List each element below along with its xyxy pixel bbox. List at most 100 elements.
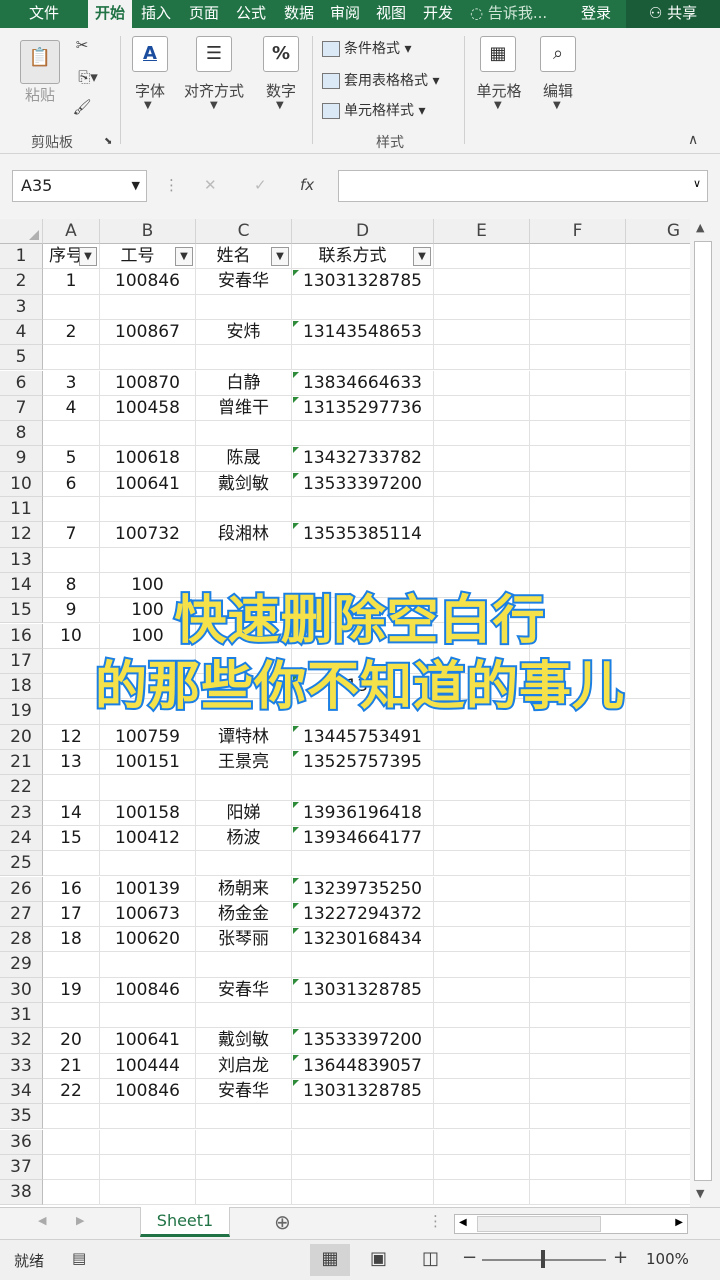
- table-cell[interactable]: [626, 522, 690, 548]
- table-cell[interactable]: 安炜: [196, 319, 292, 346]
- scroll-down-icon[interactable]: ▼: [696, 1187, 704, 1200]
- column-header-a[interactable]: A: [43, 219, 100, 244]
- table-cell[interactable]: 100412: [100, 825, 196, 852]
- macro-record-icon[interactable]: ▤: [72, 1249, 86, 1267]
- column-header-g[interactable]: G: [626, 219, 690, 244]
- row-header[interactable]: 10: [0, 471, 43, 497]
- table-cell[interactable]: 21: [43, 1053, 100, 1079]
- table-cell[interactable]: [292, 699, 434, 725]
- table-cell[interactable]: 100732: [100, 522, 196, 548]
- table-cell[interactable]: 12: [43, 724, 100, 750]
- table-cell[interactable]: [626, 649, 690, 675]
- table-cell[interactable]: [626, 877, 690, 902]
- row-header[interactable]: 6: [0, 370, 43, 396]
- row-header[interactable]: 37: [0, 1154, 43, 1181]
- table-cell[interactable]: 安春华: [196, 1078, 292, 1105]
- scroll-right-icon[interactable]: ▶: [675, 1217, 683, 1228]
- row-header[interactable]: 30: [0, 977, 43, 1003]
- table-cell[interactable]: [43, 345, 100, 371]
- table-cell[interactable]: [530, 547, 626, 573]
- table-cell[interactable]: [626, 472, 690, 497]
- table-cell[interactable]: 100151: [100, 750, 196, 776]
- table-cell[interactable]: [43, 674, 100, 700]
- table-cell[interactable]: [292, 775, 434, 801]
- chevron-down-icon[interactable]: ▼: [132, 171, 140, 201]
- table-cell[interactable]: [530, 294, 626, 320]
- header-cell[interactable]: 姓名 ▼: [196, 244, 292, 270]
- table-cell[interactable]: [434, 977, 530, 1003]
- copy-icon[interactable]: ⎘▾: [70, 68, 106, 86]
- table-cell[interactable]: [626, 801, 690, 826]
- font-button[interactable]: 字体: [128, 80, 172, 101]
- table-cell[interactable]: [626, 624, 690, 649]
- tab-formulas[interactable]: 公式: [230, 0, 272, 28]
- table-cell[interactable]: [43, 1129, 100, 1155]
- table-cell[interactable]: [434, 952, 530, 978]
- table-cell[interactable]: [434, 1129, 530, 1155]
- table-cell[interactable]: [196, 497, 292, 523]
- row-header[interactable]: 1: [0, 244, 43, 270]
- cells-button[interactable]: 单元格: [472, 80, 526, 101]
- table-cell[interactable]: [43, 294, 100, 320]
- row-header[interactable]: 21: [0, 750, 43, 776]
- format-painter-icon[interactable]: 🖌: [70, 98, 94, 116]
- table-cell[interactable]: [626, 927, 690, 953]
- table-cell[interactable]: [530, 1003, 626, 1029]
- vertical-scrollbar[interactable]: ▲ ▼: [690, 219, 720, 1207]
- filter-dropdown-icon[interactable]: ▼: [175, 247, 193, 266]
- table-cell[interactable]: 1: [43, 269, 100, 295]
- table-cell[interactable]: [196, 598, 292, 624]
- table-cell[interactable]: [434, 674, 530, 700]
- table-cell[interactable]: 22: [43, 1078, 100, 1105]
- table-cell[interactable]: [626, 1104, 690, 1130]
- table-cell[interactable]: [530, 598, 626, 624]
- table-cell[interactable]: [626, 320, 690, 346]
- row-header[interactable]: 38: [0, 1180, 43, 1206]
- filter-dropdown-icon[interactable]: ▼: [413, 247, 431, 266]
- row-header[interactable]: 16: [0, 623, 43, 649]
- table-cell[interactable]: 曾维干: [196, 395, 292, 422]
- table-cell[interactable]: [530, 952, 626, 978]
- table-cell[interactable]: [530, 674, 626, 700]
- table-cell[interactable]: [434, 1053, 530, 1079]
- table-cell[interactable]: 16: [43, 876, 100, 902]
- table-cell[interactable]: [434, 648, 530, 675]
- table-cell[interactable]: [626, 725, 690, 750]
- filter-dropdown-icon[interactable]: ▼: [271, 247, 289, 266]
- table-cell[interactable]: [100, 775, 196, 801]
- table-cell[interactable]: [530, 623, 626, 649]
- zoom-slider-thumb[interactable]: [541, 1250, 545, 1268]
- table-cell[interactable]: [100, 1104, 196, 1130]
- table-cell[interactable]: [626, 775, 690, 801]
- table-cell[interactable]: 15: [43, 825, 100, 852]
- table-cell[interactable]: [434, 395, 530, 422]
- column-header-f[interactable]: F: [530, 219, 626, 244]
- header-cell[interactable]: [434, 244, 530, 270]
- table-cell[interactable]: [626, 1003, 690, 1029]
- scroll-thumb[interactable]: [694, 241, 712, 1181]
- table-cell[interactable]: 13445753491: [292, 724, 434, 750]
- table-cell[interactable]: [100, 547, 196, 573]
- table-cell[interactable]: [43, 1154, 100, 1181]
- table-cell[interactable]: [530, 1180, 626, 1206]
- table-cell[interactable]: 13143548653: [292, 319, 434, 346]
- table-cell[interactable]: 13533397200: [292, 1028, 434, 1054]
- table-cell[interactable]: 133: [292, 674, 434, 700]
- row-header[interactable]: 4: [0, 319, 43, 346]
- table-cell[interactable]: [100, 952, 196, 978]
- row-header[interactable]: 5: [0, 345, 43, 371]
- table-cell[interactable]: 13533397200: [292, 471, 434, 497]
- table-cell[interactable]: [530, 1078, 626, 1105]
- table-cell[interactable]: 9: [43, 598, 100, 624]
- table-cell[interactable]: [292, 497, 434, 523]
- tell-me-box[interactable]: ◌ 告诉我...: [470, 0, 547, 28]
- cancel-icon[interactable]: ✕: [204, 176, 217, 194]
- page-layout-view-icon[interactable]: ▣: [370, 1248, 387, 1269]
- table-cell[interactable]: [530, 1154, 626, 1181]
- table-cell[interactable]: 20: [43, 1028, 100, 1054]
- table-cell[interactable]: [434, 572, 530, 599]
- scroll-left-icon[interactable]: ◀: [459, 1217, 467, 1228]
- table-cell[interactable]: 13230168434: [292, 927, 434, 953]
- table-cell[interactable]: [434, 319, 530, 346]
- table-cell[interactable]: [434, 294, 530, 320]
